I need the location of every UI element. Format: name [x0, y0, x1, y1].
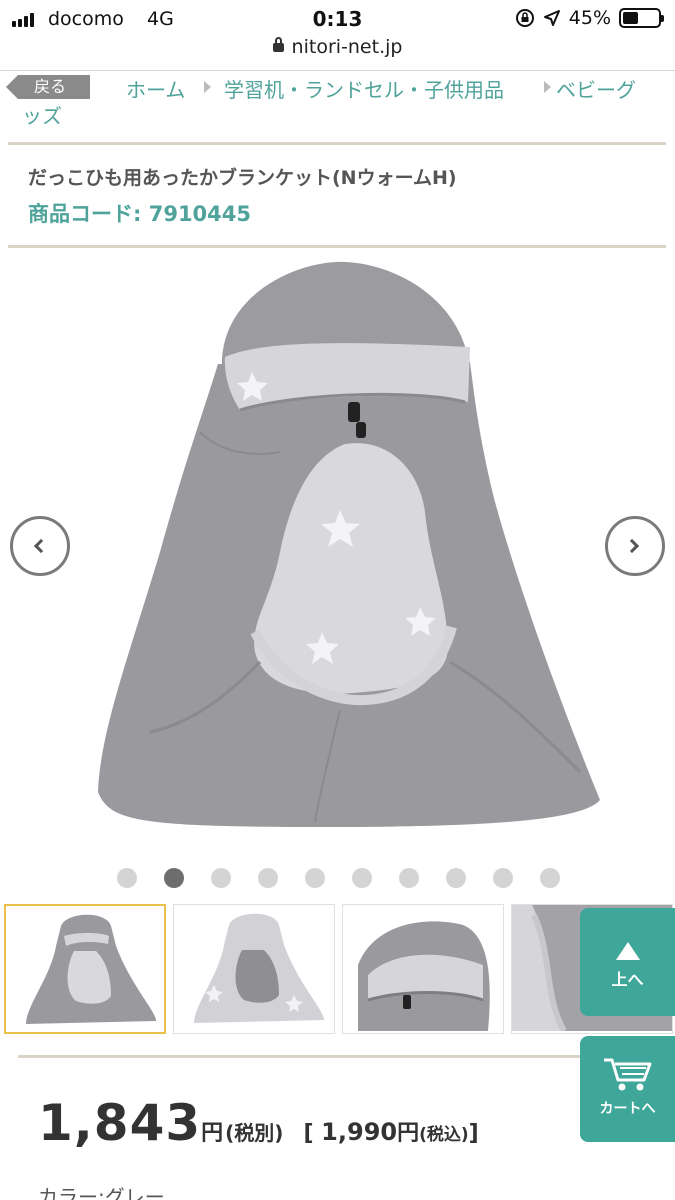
divider	[0, 70, 675, 71]
product-code: 商品コード: 7910445	[28, 198, 251, 228]
thumbnail-2[interactable]	[173, 904, 335, 1034]
pagination-dot-7[interactable]	[399, 868, 419, 888]
price-incl-amount: 1,990	[321, 1118, 398, 1146]
cart-icon	[603, 1058, 651, 1091]
image-pagination	[0, 868, 675, 890]
divider	[18, 1055, 666, 1058]
breadcrumb: 戻る ホーム 学習机・ランドセル・子供用品 ベビーグ ッズ	[0, 72, 675, 130]
divider	[8, 245, 666, 248]
divider	[8, 142, 666, 145]
pagination-dot-3[interactable]	[211, 868, 231, 888]
product-code-value: 7910445	[148, 202, 252, 226]
pagination-dot-2[interactable]	[164, 868, 184, 888]
chevron-right-icon	[624, 538, 640, 554]
pagination-dot-9[interactable]	[493, 868, 513, 888]
price-amount: 1,843	[38, 1094, 202, 1152]
back-button[interactable]: 戻る	[6, 75, 90, 99]
color-label: カラー:グレー	[38, 1185, 165, 1200]
breadcrumb-baby-goods-cont[interactable]: ッズ	[22, 100, 62, 129]
product-code-label: 商品コード:	[28, 202, 149, 226]
price-yen: 円	[201, 1121, 224, 1146]
price-tax-excluded: (税別)	[225, 1121, 284, 1145]
pagination-dot-1[interactable]	[117, 868, 137, 888]
chevron-right-icon	[204, 81, 211, 93]
lock-icon	[272, 37, 284, 52]
arrow-up-icon	[615, 942, 640, 960]
next-image-button[interactable]	[605, 516, 665, 576]
pagination-dot-8[interactable]	[446, 868, 466, 888]
pagination-dot-10[interactable]	[540, 868, 560, 888]
battery-percent: 45%	[568, 7, 611, 29]
breadcrumb-baby-goods[interactable]: ベビーグ	[556, 74, 636, 103]
pagination-dot-5[interactable]	[305, 868, 325, 888]
product-image-gallery[interactable]	[0, 252, 675, 852]
chevron-left-icon	[33, 538, 49, 554]
pagination-dot-4[interactable]	[258, 868, 278, 888]
chevron-right-icon	[544, 81, 551, 93]
orientation-lock-icon	[515, 9, 534, 27]
price: 1,843 円 (税別) [ 1,990円(税込)]	[38, 1094, 479, 1152]
go-to-cart-button[interactable]: カートへ	[580, 1036, 675, 1142]
thumbnail-strip	[0, 904, 675, 1036]
previous-image-button[interactable]	[10, 516, 70, 576]
url-text: nitori-net.jp	[291, 36, 403, 58]
url-bar[interactable]: nitori-net.jp	[0, 36, 675, 66]
thumbnail-1[interactable]	[4, 904, 166, 1034]
scroll-to-top-label: 上へ	[611, 970, 644, 989]
status-bar: docomo 4G 0:13 45%	[0, 0, 675, 38]
product-image	[98, 261, 600, 827]
battery-icon	[619, 8, 664, 28]
location-icon	[543, 10, 560, 26]
price-tax-included: [ 1,990円(税込)]	[303, 1118, 479, 1146]
breadcrumb-home[interactable]: ホーム	[126, 74, 185, 103]
thumbnail-3[interactable]	[342, 904, 504, 1034]
pagination-dot-6[interactable]	[352, 868, 372, 888]
breadcrumb-category[interactable]: 学習机・ランドセル・子供用品	[224, 74, 504, 103]
go-to-cart-label: カートへ	[599, 1101, 656, 1117]
product-name: だっこひも用あったかブランケット(NウォームH)	[28, 167, 457, 189]
scroll-to-top-button[interactable]: 上へ	[580, 908, 675, 1016]
